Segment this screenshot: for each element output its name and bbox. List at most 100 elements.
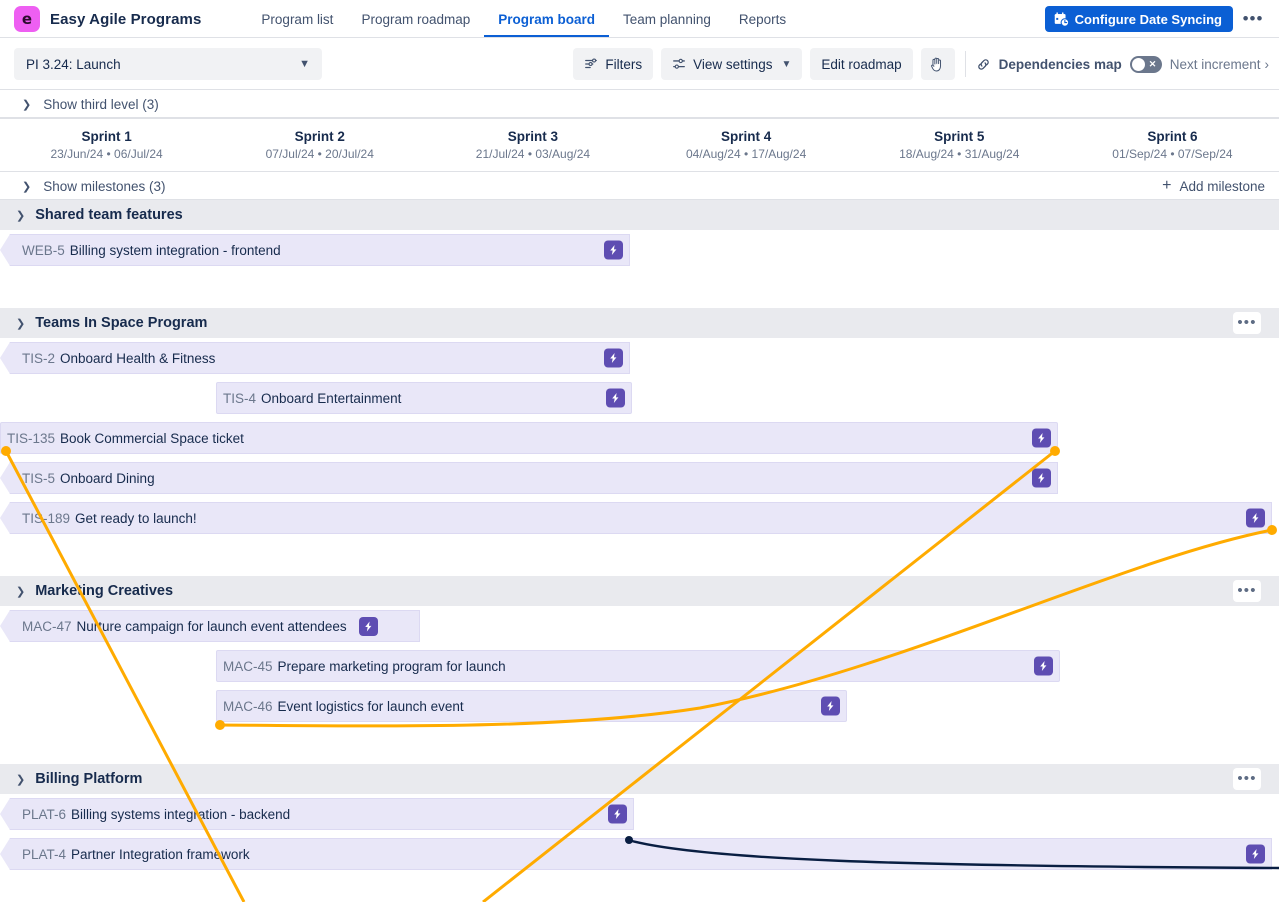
issue-bar-mac-47[interactable]: MAC-47 Nurture campaign for launch event… — [0, 610, 420, 642]
issue-key: MAC-45 — [223, 659, 273, 674]
edit-roadmap-label: Edit roadmap — [821, 57, 901, 72]
issue-bar-mac-45[interactable]: MAC-45 Prepare marketing program for lau… — [216, 650, 1060, 682]
issue-bar-tis-189[interactable]: TIS-189 Get ready to launch! — [0, 502, 1272, 534]
sprint-column-6[interactable]: Sprint 6 01/Sep/24 • 07/Sep/24 — [1066, 118, 1279, 172]
chevron-right-icon: › — [1265, 57, 1270, 72]
lightning-badge-icon[interactable] — [608, 805, 627, 824]
add-milestone-label: Add milestone — [1179, 179, 1265, 194]
lightning-badge-icon[interactable] — [821, 697, 840, 716]
bar-row: TIS-5 Onboard Dining — [0, 458, 1279, 498]
view-settings-label: View settings — [693, 57, 772, 72]
chevron-right-icon: ❯ — [22, 98, 31, 111]
sprint-column-5[interactable]: Sprint 5 18/Aug/24 • 31/Aug/24 — [853, 118, 1066, 172]
nav-tab-program-roadmap[interactable]: Program roadmap — [347, 0, 484, 38]
bar-row: WEB-5 Billing system integration - front… — [0, 230, 1279, 270]
lightning-badge-icon[interactable] — [604, 241, 623, 260]
lightning-badge-icon[interactable] — [1032, 429, 1051, 448]
group-overflow-menu-icon[interactable]: ••• — [1233, 580, 1261, 602]
bar-row: PLAT-4 Partner Integration framework — [0, 834, 1279, 874]
issue-bar-tis-135[interactable]: TIS-135 Book Commercial Space ticket — [0, 422, 1058, 454]
lightning-badge-icon[interactable] — [1246, 845, 1265, 864]
issue-summary: Onboard Entertainment — [261, 391, 401, 406]
issue-bar-web-5[interactable]: WEB-5 Billing system integration - front… — [0, 234, 630, 266]
show-third-level-label: Show third level (3) — [43, 97, 159, 112]
hand-icon — [929, 56, 946, 73]
issue-bar-tis-2[interactable]: TIS-2 Onboard Health & Fitness — [0, 342, 630, 374]
nav-tab-program-board[interactable]: Program board — [484, 0, 609, 38]
toggle-off-icon: ✕ — [1149, 60, 1157, 69]
sprint-column-4[interactable]: Sprint 4 04/Aug/24 • 17/Aug/24 — [640, 118, 853, 172]
increment-select[interactable]: PI 3.24: Launch ▼ — [14, 48, 322, 80]
sliders-icon — [672, 57, 686, 71]
lightning-badge-icon[interactable] — [1246, 509, 1265, 528]
group-body-billing-platform: PLAT-6 Billing systems integration - bac… — [0, 794, 1279, 884]
group-title: Billing Platform — [35, 771, 142, 787]
issue-key: PLAT-6 — [22, 807, 66, 822]
sprint-column-3[interactable]: Sprint 3 21/Jul/24 • 03/Aug/24 — [426, 118, 639, 172]
link-icon — [976, 57, 991, 72]
issue-bar-mac-46[interactable]: MAC-46 Event logistics for launch event — [216, 690, 847, 722]
issue-key: MAC-47 — [22, 619, 72, 634]
filters-button[interactable]: Filters — [573, 48, 653, 80]
sprint-name: Sprint 6 — [1147, 129, 1197, 144]
sprint-name: Sprint 4 — [721, 129, 771, 144]
issue-bar-tis-5[interactable]: TIS-5 Onboard Dining — [0, 462, 1058, 494]
top-nav-overflow-menu-icon[interactable]: ••• — [1239, 6, 1267, 32]
issue-summary: Billing system integration - frontend — [70, 243, 281, 258]
sprint-header: Sprint 1 23/Jun/24 • 06/Jul/24 Sprint 2 … — [0, 118, 1279, 172]
issue-bar-tis-4[interactable]: TIS-4 Onboard Entertainment — [216, 382, 632, 414]
sprint-column-1[interactable]: Sprint 1 23/Jun/24 • 06/Jul/24 — [0, 118, 213, 172]
chevron-right-icon: ❯ — [22, 180, 31, 193]
pan-tool-button[interactable] — [921, 48, 955, 80]
chevron-down-icon: ❯ — [16, 585, 25, 598]
edit-roadmap-button[interactable]: Edit roadmap — [810, 48, 912, 80]
next-increment-button[interactable]: Next increment › — [1170, 57, 1269, 72]
easy-agile-logo-icon: e — [14, 6, 40, 32]
group-header-shared-team-features[interactable]: ❯ Shared team features — [0, 200, 1279, 230]
plus-icon: + — [1162, 178, 1171, 194]
issue-key: TIS-189 — [22, 511, 70, 526]
group-header-marketing-creatives[interactable]: ❯ Marketing Creatives ••• — [0, 576, 1279, 606]
nav-tab-reports[interactable]: Reports — [725, 0, 800, 38]
lightning-badge-icon[interactable] — [606, 389, 625, 408]
lightning-badge-icon[interactable] — [1032, 469, 1051, 488]
show-third-level-row[interactable]: ❯ Show third level (3) — [0, 90, 1279, 118]
sprint-name: Sprint 5 — [934, 129, 984, 144]
lightning-badge-icon[interactable] — [359, 617, 378, 636]
dependencies-map-switch[interactable]: ✕ — [1130, 56, 1162, 73]
issue-bar-plat-6[interactable]: PLAT-6 Billing systems integration - bac… — [0, 798, 634, 830]
issue-summary: Onboard Dining — [60, 471, 155, 486]
group-body-marketing-creatives: MAC-47 Nurture campaign for launch event… — [0, 606, 1279, 764]
brand: e Easy Agile Programs — [14, 6, 201, 32]
nav-tab-team-planning[interactable]: Team planning — [609, 0, 725, 38]
lightning-badge-icon[interactable] — [1034, 657, 1053, 676]
bar-row: MAC-45 Prepare marketing program for lau… — [0, 646, 1279, 686]
chevron-down-icon: ❯ — [16, 317, 25, 330]
group-overflow-menu-icon[interactable]: ••• — [1233, 312, 1261, 334]
chevron-down-icon: ❯ — [16, 209, 25, 222]
nav-tab-program-list[interactable]: Program list — [247, 0, 347, 38]
add-milestone-button[interactable]: + Add milestone — [1162, 178, 1265, 194]
bar-row: MAC-46 Event logistics for launch event — [0, 686, 1279, 726]
group-overflow-menu-icon[interactable]: ••• — [1233, 768, 1261, 790]
configure-date-syncing-label: Configure Date Syncing — [1075, 12, 1222, 27]
configure-date-syncing-button[interactable]: Configure Date Syncing — [1045, 6, 1233, 32]
group-header-teams-in-space-program[interactable]: ❯ Teams In Space Program ••• — [0, 308, 1279, 338]
sprint-dates: 01/Sep/24 • 07/Sep/24 — [1112, 147, 1232, 161]
group-title: Teams In Space Program — [35, 315, 207, 331]
show-milestones-row[interactable]: ❯ Show milestones (3) + Add milestone — [0, 172, 1279, 200]
increment-select-value: PI 3.24: Launch — [26, 57, 121, 72]
lightning-badge-icon[interactable] — [604, 349, 623, 368]
nav-tabs: Program list Program roadmap Program boa… — [247, 0, 800, 38]
issue-summary: Nurture campaign for launch event attend… — [77, 619, 347, 634]
dependencies-map-toggle[interactable]: Dependencies map ✕ — [976, 56, 1162, 73]
next-increment-label: Next increment — [1170, 57, 1261, 72]
issue-summary: Event logistics for launch event — [278, 699, 464, 714]
group-header-billing-platform[interactable]: ❯ Billing Platform ••• — [0, 764, 1279, 794]
sprint-column-2[interactable]: Sprint 2 07/Jul/24 • 20/Jul/24 — [213, 118, 426, 172]
sprint-dates: 18/Aug/24 • 31/Aug/24 — [899, 147, 1019, 161]
issue-bar-plat-4[interactable]: PLAT-4 Partner Integration framework — [0, 838, 1272, 870]
bar-row: PLAT-6 Billing systems integration - bac… — [0, 794, 1279, 834]
top-nav-actions: Configure Date Syncing ••• — [1045, 6, 1267, 32]
view-settings-button[interactable]: View settings ▼ — [661, 48, 802, 80]
